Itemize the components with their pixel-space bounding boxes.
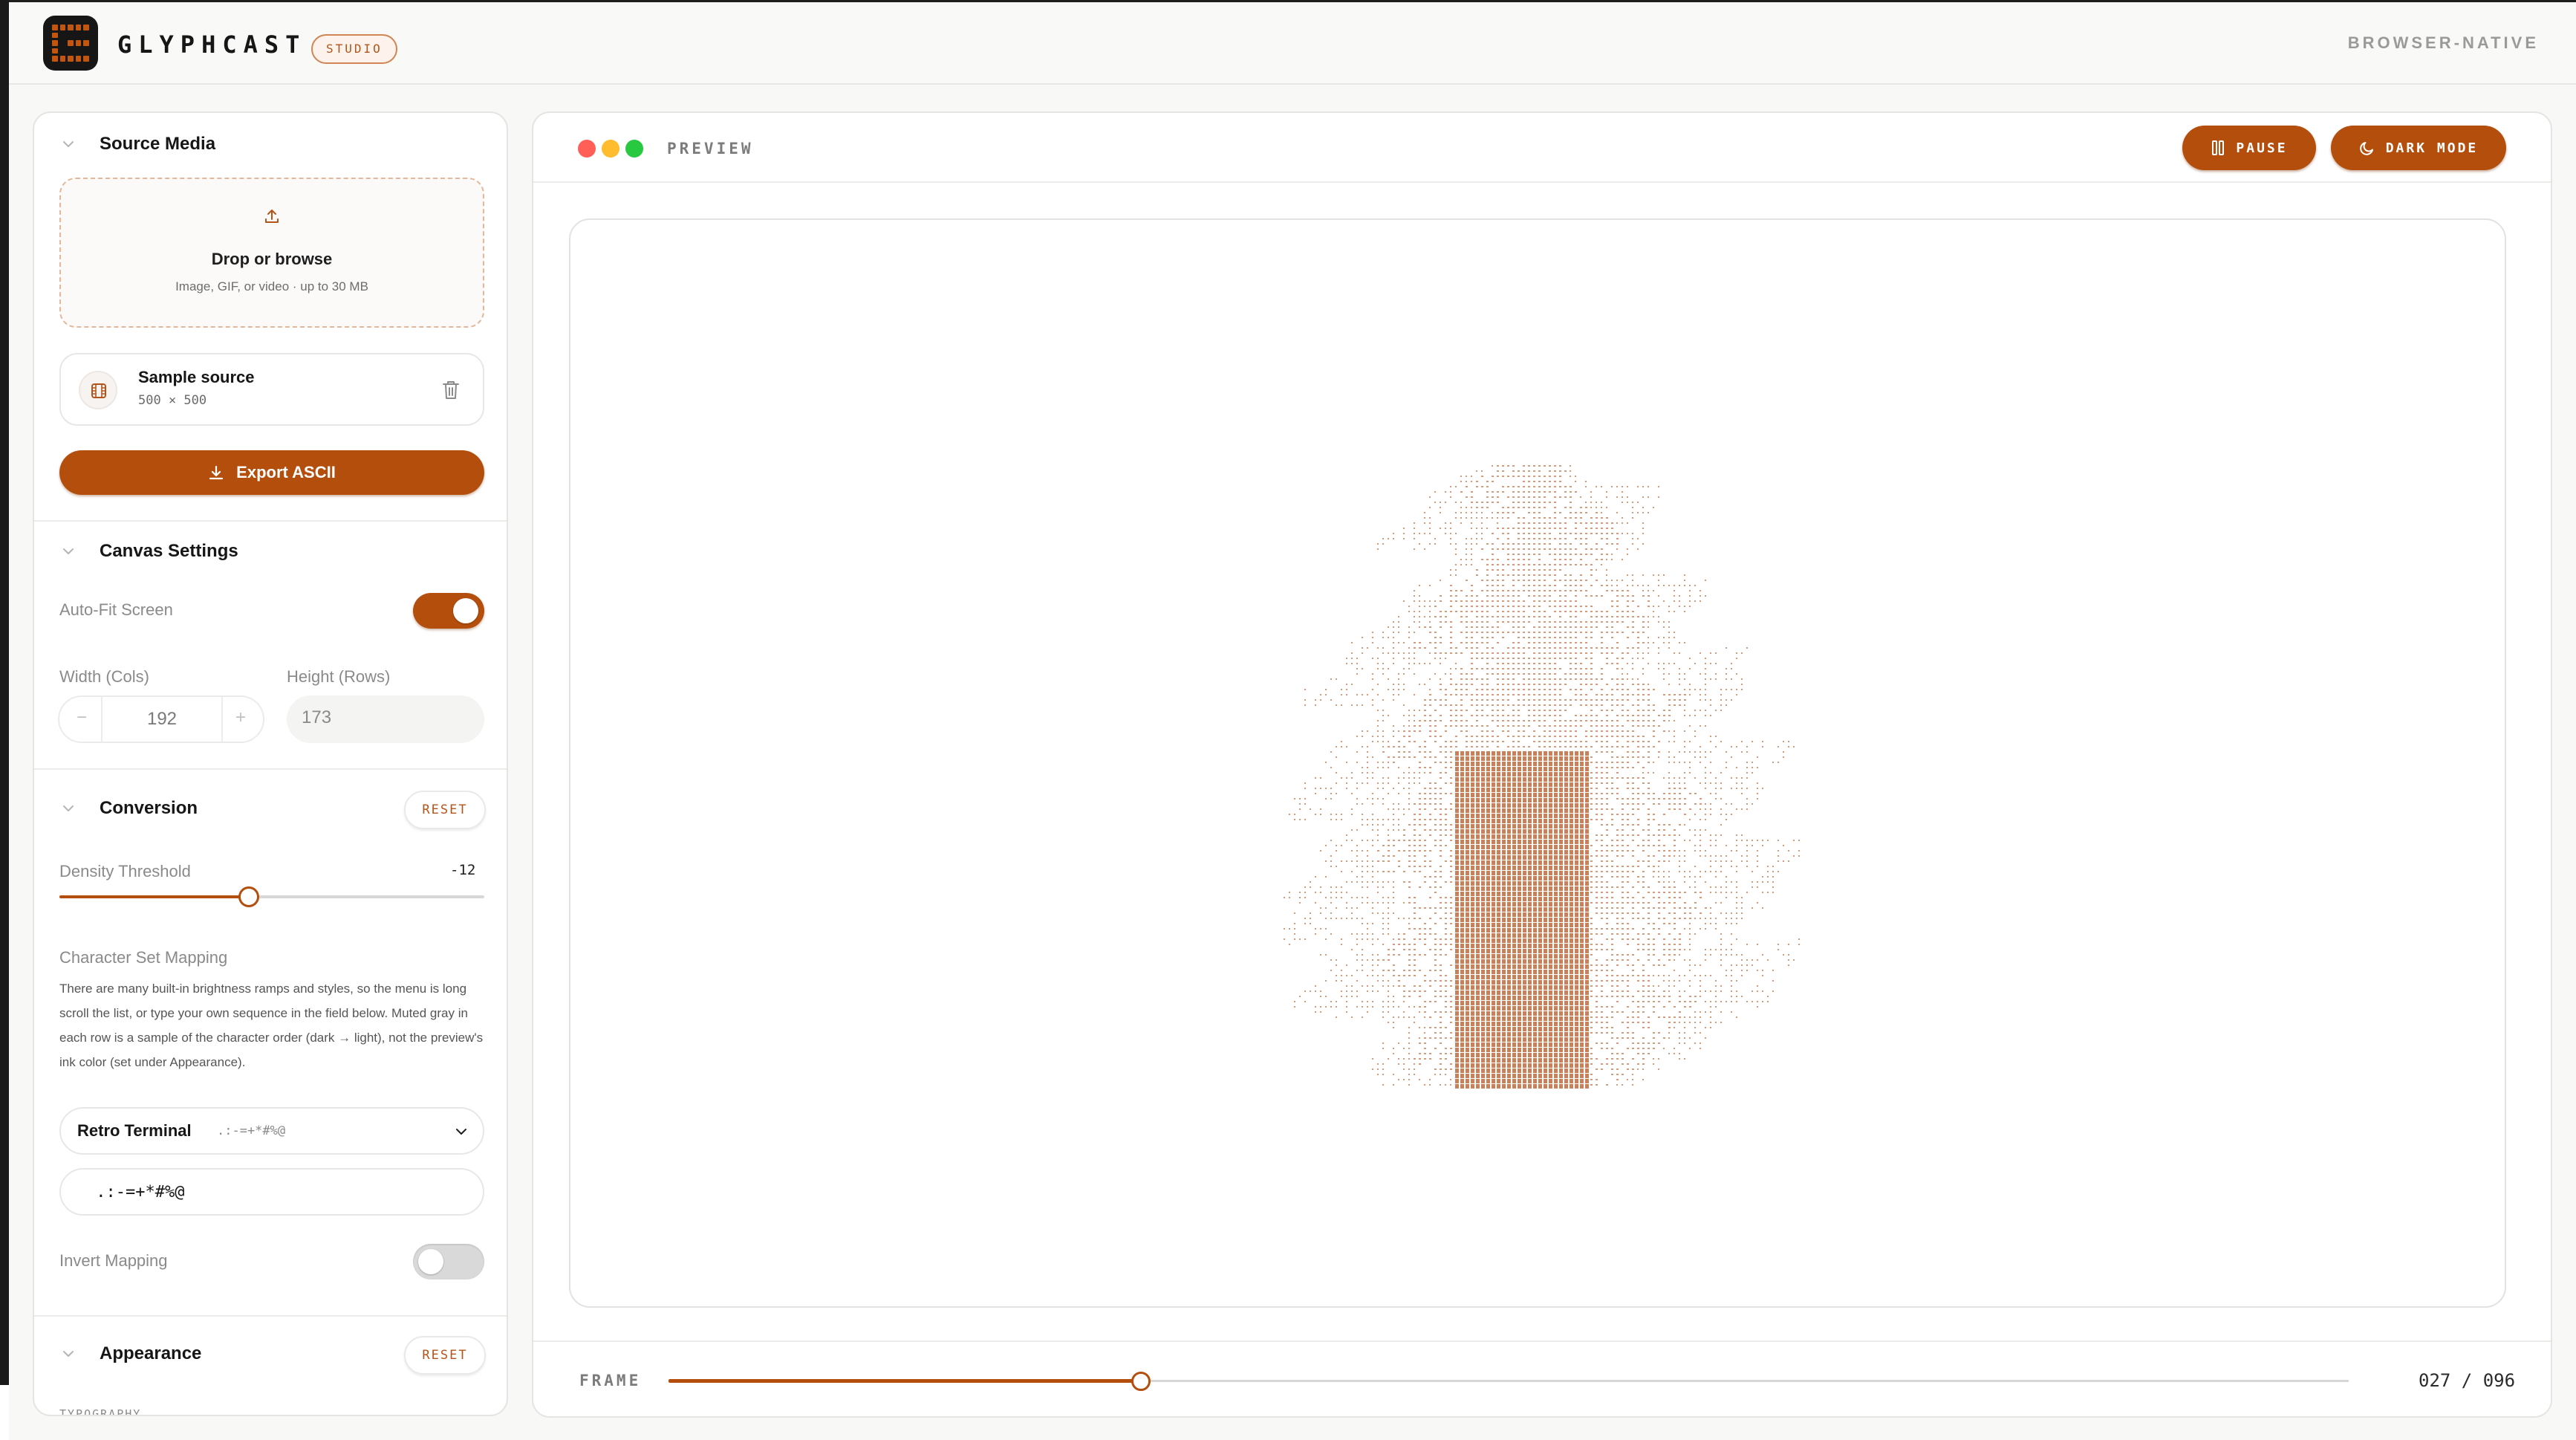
chevron-down-icon — [63, 141, 74, 147]
brand-name: GLYPHCAST — [117, 30, 307, 59]
frame-counter: 027 / 096 — [2419, 1370, 2516, 1391]
frame-slider-thumb[interactable] — [1131, 1372, 1151, 1391]
autofit-toggle[interactable] — [413, 593, 484, 629]
section-source-media[interactable]: Source Media — [34, 131, 507, 160]
section-title: Conversion — [100, 798, 198, 818]
charset-select[interactable]: Retro Terminal .:-=+*#%@ — [59, 1107, 484, 1155]
stepper-divider — [221, 697, 223, 742]
charset-selected: Retro Terminal — [77, 1121, 192, 1140]
toggle-knob — [418, 1249, 443, 1274]
trash-icon[interactable] — [441, 379, 461, 401]
ascii-preview-canvas[interactable] — [569, 218, 2506, 1308]
pause-icon — [2212, 140, 2225, 155]
frame-label: FRAME — [579, 1372, 642, 1389]
export-ascii-button[interactable]: Export ASCII — [59, 450, 484, 495]
section-title: Source Media — [100, 134, 216, 154]
section-divider — [34, 1315, 507, 1317]
height-value: 173 — [302, 707, 332, 727]
upload-icon — [265, 210, 279, 223]
download-icon — [209, 465, 224, 480]
pause-label: PAUSE — [2236, 140, 2288, 156]
preview-panel: PREVIEW PAUSE DARK MODE FRAME 027 / 096 — [532, 111, 2552, 1418]
studio-badge: STUDIO — [311, 34, 397, 64]
height-label: Height (Rows) — [287, 667, 391, 686]
width-label: Width (Cols) — [59, 667, 150, 686]
export-ascii-label: Export ASCII — [236, 463, 336, 481]
density-value: -12 — [450, 862, 476, 878]
appearance-reset-button[interactable]: RESET — [404, 1336, 486, 1375]
desktop-edge-lower — [0, 1385, 9, 1440]
charset-label: Character Set Mapping — [59, 948, 228, 967]
invert-toggle[interactable] — [413, 1244, 484, 1280]
toggle-knob — [453, 598, 478, 623]
section-title: Appearance — [100, 1343, 202, 1363]
section-divider — [34, 768, 507, 770]
drop-title: Drop or browse — [211, 250, 333, 268]
chevron-down-icon — [63, 548, 74, 554]
density-slider-fill — [59, 895, 249, 898]
typography-label: TYPOGRAPHY — [59, 1407, 142, 1416]
frame-scrubber: FRAME 027 / 096 — [533, 1340, 2551, 1416]
preview-title: PREVIEW — [667, 140, 754, 158]
width-stepper: − 192 + — [58, 695, 264, 743]
stepper-divider — [101, 697, 103, 742]
chevron-down-icon — [456, 1129, 466, 1135]
glyph-grid-logo — [43, 16, 98, 71]
ascii-fire-render — [1284, 465, 1800, 1089]
window-maximize-dot — [625, 140, 643, 158]
width-input[interactable]: 192 — [104, 709, 220, 730]
section-title: Canvas Settings — [100, 541, 238, 561]
preview-toolbar: PREVIEW PAUSE DARK MODE — [533, 113, 2551, 183]
section-canvas-settings[interactable]: Canvas Settings — [34, 538, 507, 568]
window-minimize-dot — [602, 140, 619, 158]
density-slider-thumb[interactable] — [238, 886, 259, 907]
dark-mode-label: DARK MODE — [2385, 140, 2479, 156]
app-window: GLYPHCAST STUDIO BROWSER-NATIVE Source M… — [9, 0, 2576, 1440]
pause-button[interactable]: PAUSE — [2182, 126, 2316, 170]
chevron-down-icon — [63, 1351, 74, 1357]
frame-slider-fill — [669, 1379, 1142, 1383]
source-file-name: Sample source — [138, 368, 255, 386]
section-divider — [34, 520, 507, 522]
film-icon — [91, 383, 106, 398]
drop-hint: Image, GIF, or video · up to 30 MB — [175, 279, 368, 293]
mode-label: BROWSER-NATIVE — [2347, 33, 2539, 52]
desktop-edge — [0, 0, 9, 1385]
charset-sequence-input[interactable] — [59, 1168, 484, 1216]
autofit-label: Auto-Fit Screen — [59, 600, 173, 619]
width-increment-button[interactable]: + — [227, 707, 254, 728]
charset-help: There are many built-in brightness ramps… — [59, 982, 484, 1069]
source-file-dims: 500 × 500 — [138, 393, 207, 408]
chevron-down-icon — [63, 805, 74, 811]
settings-sidebar: Source Media Drop or browse Image, GIF, … — [33, 111, 508, 1416]
dark-mode-button[interactable]: DARK MODE — [2331, 126, 2506, 170]
moon-icon — [2359, 142, 2373, 155]
conversion-reset-button[interactable]: RESET — [404, 791, 486, 829]
app-header: GLYPHCAST STUDIO BROWSER-NATIVE — [9, 2, 2576, 85]
invert-label: Invert Mapping — [59, 1251, 168, 1270]
height-field[interactable]: 173 — [287, 695, 484, 743]
source-file-card: Sample source 500 × 500 — [59, 353, 484, 426]
width-decrement-button[interactable]: − — [68, 707, 95, 728]
window-close-dot — [578, 140, 596, 158]
media-dropzone[interactable]: Drop or browse Image, GIF, or video · up… — [59, 178, 484, 328]
ascii-glyph-field — [1284, 465, 1800, 1089]
charset-sample: .:-=+*#%@ — [217, 1123, 286, 1138]
source-thumbnail — [79, 371, 117, 409]
density-label: Density Threshold — [59, 862, 191, 880]
